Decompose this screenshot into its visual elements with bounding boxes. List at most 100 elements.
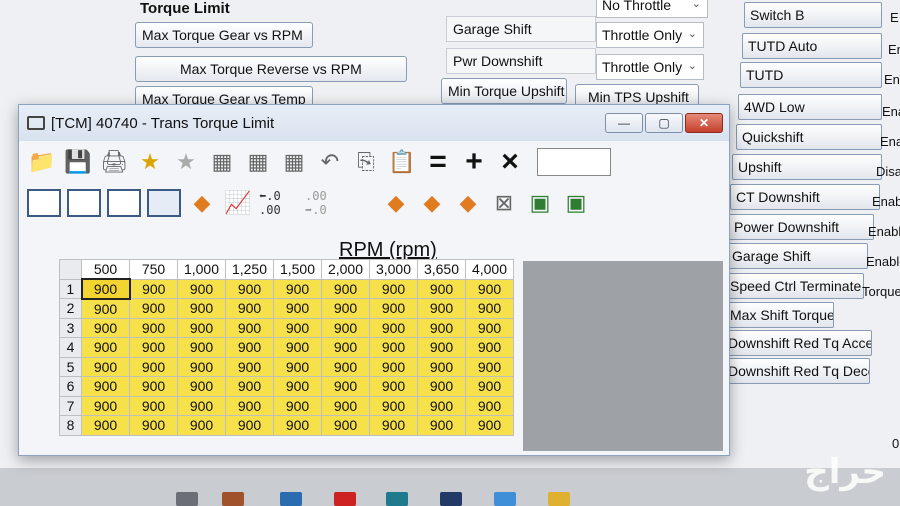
table-cell[interactable]: 900 bbox=[129, 278, 178, 299]
table-cell[interactable]: 900 bbox=[417, 317, 466, 338]
min-torque-upshift-button[interactable]: Min Torque Upshift bbox=[441, 78, 567, 104]
window-titlebar[interactable]: [TCM] 40740 - Trans Torque Limit — ▢ ✕ bbox=[19, 105, 729, 141]
settings-wrench-icon[interactable] bbox=[176, 492, 198, 506]
table-cell[interactable]: 900 bbox=[177, 395, 226, 416]
table-cell[interactable]: 900 bbox=[465, 298, 514, 319]
switch-b-button[interactable]: Switch B bbox=[744, 2, 882, 28]
table-cell[interactable]: 900 bbox=[129, 317, 178, 338]
table-cell[interactable]: 900 bbox=[273, 317, 322, 338]
row-header[interactable]: 2 bbox=[59, 298, 82, 319]
throttle-select-top[interactable]: No Throttle ⌄ bbox=[596, 0, 708, 18]
table-view-icon[interactable] bbox=[147, 189, 181, 217]
table-cell[interactable]: 900 bbox=[81, 395, 130, 416]
table-cell[interactable]: 900 bbox=[369, 395, 418, 416]
close-button[interactable]: ✕ bbox=[685, 113, 723, 133]
upshift-button[interactable]: Upshift bbox=[732, 154, 882, 180]
layout-single-icon[interactable] bbox=[27, 189, 61, 217]
edge-icon[interactable] bbox=[494, 492, 516, 506]
table-cell[interactable]: 900 bbox=[273, 278, 322, 299]
ct-downshift-button[interactable]: CT Downshift bbox=[730, 184, 880, 210]
interpolate-vertical-icon[interactable]: ◆ bbox=[453, 188, 483, 218]
power-downshift-button[interactable]: Power Downshift bbox=[728, 214, 874, 240]
multiply-icon[interactable]: × bbox=[495, 145, 525, 178]
table-cell[interactable]: 900 bbox=[369, 337, 418, 358]
table-cell[interactable]: 900 bbox=[369, 415, 418, 436]
table-cell[interactable]: 900 bbox=[321, 278, 370, 299]
app-icon[interactable] bbox=[222, 492, 244, 506]
favorite-add-icon[interactable]: ★ bbox=[135, 147, 165, 177]
table-cell[interactable]: 900 bbox=[129, 356, 178, 377]
surface-3d-icon[interactable]: ◆ bbox=[187, 188, 217, 218]
table-cell[interactable]: 900 bbox=[417, 415, 466, 436]
table-cell[interactable]: 900 bbox=[465, 415, 514, 436]
row-header[interactable]: 4 bbox=[59, 337, 82, 358]
plus-icon[interactable]: + bbox=[459, 145, 489, 178]
table-cell[interactable]: 900 bbox=[177, 278, 226, 299]
table-cell[interactable]: 900 bbox=[465, 278, 514, 299]
table-cell[interactable]: 900 bbox=[225, 356, 274, 377]
table-cell[interactable]: 900 bbox=[225, 395, 274, 416]
save-icon[interactable]: 💾 bbox=[63, 147, 93, 177]
interpolate-horizontal-icon[interactable]: ◆ bbox=[417, 188, 447, 218]
table-rows-icon[interactable]: ▦ bbox=[243, 147, 273, 177]
minimize-button[interactable]: — bbox=[605, 113, 643, 133]
table-cell[interactable]: 900 bbox=[369, 376, 418, 397]
garage-shift-button[interactable]: Garage Shift bbox=[726, 243, 868, 269]
youtube-icon[interactable] bbox=[334, 492, 356, 506]
table-cell[interactable]: 900 bbox=[129, 376, 178, 397]
outlook-icon[interactable] bbox=[280, 492, 302, 506]
row-header[interactable]: 1 bbox=[59, 278, 82, 299]
row-header[interactable]: 3 bbox=[59, 317, 82, 338]
table-cell[interactable]: 900 bbox=[273, 415, 322, 436]
downshift-red-tq-accel-button[interactable]: Downshift Red Tq Accel bbox=[722, 330, 872, 356]
table-cell[interactable]: 900 bbox=[417, 337, 466, 358]
table-cell[interactable]: 900 bbox=[177, 356, 226, 377]
fill-color-alt-icon[interactable]: ▣ bbox=[561, 188, 591, 218]
table-cell[interactable]: 900 bbox=[417, 376, 466, 397]
table-cell[interactable]: 900 bbox=[273, 298, 322, 319]
garage-shift-select[interactable]: Throttle Only ⌄ bbox=[596, 22, 704, 48]
row-header[interactable]: 5 bbox=[59, 356, 82, 377]
row-header[interactable]: 8 bbox=[59, 415, 82, 436]
column-header[interactable]: 1,000 bbox=[177, 259, 226, 280]
table-icon[interactable]: ▦ bbox=[207, 147, 237, 177]
table-cell[interactable]: 900 bbox=[81, 376, 130, 397]
table-cell[interactable]: 900 bbox=[369, 278, 418, 299]
table-cell[interactable]: 900 bbox=[177, 337, 226, 358]
layout-split-vertical-icon[interactable] bbox=[107, 189, 141, 217]
table-cell[interactable]: 900 bbox=[81, 356, 130, 377]
table-cell[interactable]: 900 bbox=[273, 356, 322, 377]
table-cell[interactable]: 900 bbox=[465, 337, 514, 358]
browser-icon[interactable] bbox=[386, 492, 408, 506]
folder-icon[interactable] bbox=[548, 492, 570, 506]
graph-icon[interactable]: 📈 bbox=[223, 188, 253, 218]
table-cell[interactable]: 900 bbox=[417, 356, 466, 377]
table-cell[interactable]: 900 bbox=[369, 298, 418, 319]
table-cell[interactable]: 900 bbox=[225, 337, 274, 358]
column-header[interactable]: 3,000 bbox=[369, 259, 418, 280]
pwr-downshift-select[interactable]: Throttle Only ⌄ bbox=[596, 54, 704, 80]
max-torque-gear-vs-rpm-button[interactable]: Max Torque Gear vs RPM bbox=[135, 22, 313, 48]
column-header[interactable]: 3,650 bbox=[417, 259, 466, 280]
table-cell[interactable]: 900 bbox=[321, 337, 370, 358]
table-cell[interactable]: 900 bbox=[81, 415, 130, 436]
max-shift-torque-button[interactable]: Max Shift Torque bbox=[724, 302, 834, 328]
open-icon[interactable]: 📁 bbox=[27, 147, 57, 177]
table-cell[interactable]: 900 bbox=[129, 337, 178, 358]
print-icon[interactable]: 🖨 bbox=[99, 147, 129, 177]
column-header[interactable]: 1,250 bbox=[225, 259, 274, 280]
fill-color-icon[interactable]: ▣ bbox=[525, 188, 555, 218]
store-icon[interactable] bbox=[440, 492, 462, 506]
table-cell[interactable]: 900 bbox=[225, 317, 274, 338]
equals-icon[interactable]: = bbox=[423, 145, 453, 178]
table-cell[interactable]: 900 bbox=[177, 415, 226, 436]
paste-icon[interactable]: 📋 bbox=[387, 147, 417, 177]
table-cell[interactable]: 900 bbox=[417, 298, 466, 319]
table-cell[interactable]: 900 bbox=[81, 337, 130, 358]
copy-icon[interactable]: ⎘ bbox=[351, 147, 381, 177]
table-cell[interactable]: 900 bbox=[321, 395, 370, 416]
table-cell[interactable]: 900 bbox=[465, 356, 514, 377]
table-cell[interactable]: 900 bbox=[177, 298, 226, 319]
table-cell[interactable]: 900 bbox=[81, 298, 130, 319]
table-cell[interactable]: 900 bbox=[369, 356, 418, 377]
